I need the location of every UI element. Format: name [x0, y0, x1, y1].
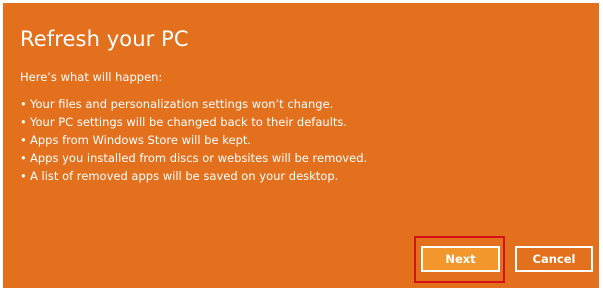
list-item: • Apps from Windows Store will be kept.	[20, 133, 367, 151]
list-item-text: Apps from Windows Store will be kept.	[30, 133, 252, 147]
cancel-button[interactable]: Cancel	[515, 246, 593, 272]
next-button[interactable]: Next	[421, 246, 500, 272]
list-item-text: A list of removed apps will be saved on …	[30, 169, 339, 183]
list-item: • Apps you installed from discs or websit…	[20, 151, 367, 169]
dialog-title: Refresh your PC	[20, 27, 189, 51]
list-item: • A list of removed apps will be saved on…	[20, 169, 367, 187]
list-item-text: Your files and personalization settings …	[30, 97, 334, 111]
list-item: • Your PC settings will be changed back t…	[20, 115, 367, 133]
dialog-intro-text: Here’s what will happen:	[20, 70, 163, 84]
bullet-icon: •	[20, 151, 27, 165]
bullet-icon: •	[20, 133, 27, 147]
list-item-text: Apps you installed from discs or website…	[30, 151, 368, 165]
list-item-text: Your PC settings will be changed back to…	[30, 115, 348, 129]
refresh-pc-dialog: Refresh your PC Here’s what will happen:…	[3, 3, 599, 288]
bullet-icon: •	[20, 115, 27, 129]
bullet-icon: •	[20, 169, 27, 183]
bullet-icon: •	[20, 97, 27, 111]
consequence-list: • Your files and personalization settings…	[20, 97, 367, 187]
list-item: • Your files and personalization settings…	[20, 97, 367, 115]
